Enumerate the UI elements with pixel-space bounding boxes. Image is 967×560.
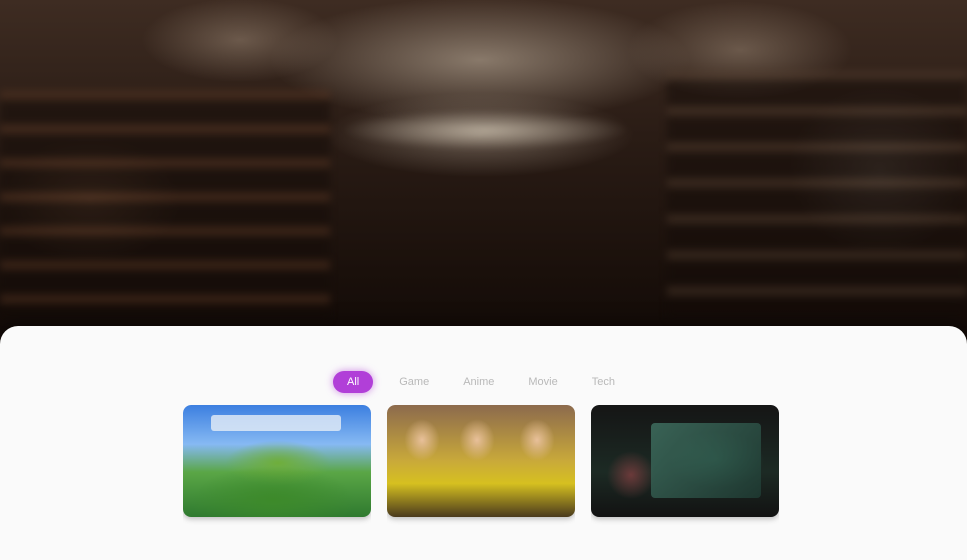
content-card[interactable] <box>591 405 779 560</box>
card-thumbnail <box>183 405 371 517</box>
tab-movie[interactable]: Movie <box>520 372 565 392</box>
tab-all[interactable]: All <box>333 371 374 393</box>
card-meta <box>189 523 365 535</box>
tab-anime[interactable]: Anime <box>455 372 502 392</box>
content-card[interactable] <box>183 405 371 560</box>
bookshelves-left <box>0 90 330 320</box>
card-meta <box>597 523 773 535</box>
tab-tech[interactable]: Tech <box>584 372 623 392</box>
card-thumbnail <box>591 405 779 517</box>
card-thumbnail <box>387 405 575 517</box>
chandelier-light <box>340 110 630 150</box>
card-meta <box>393 523 569 535</box>
bookshelves-right <box>667 70 967 320</box>
content-card[interactable] <box>387 405 575 560</box>
category-tabs: All Game Anime Movie Tech <box>333 370 623 394</box>
game-logo <box>211 415 341 431</box>
tab-game[interactable]: Game <box>391 372 437 392</box>
hero-banner <box>0 0 967 340</box>
screen-image <box>651 423 761 498</box>
